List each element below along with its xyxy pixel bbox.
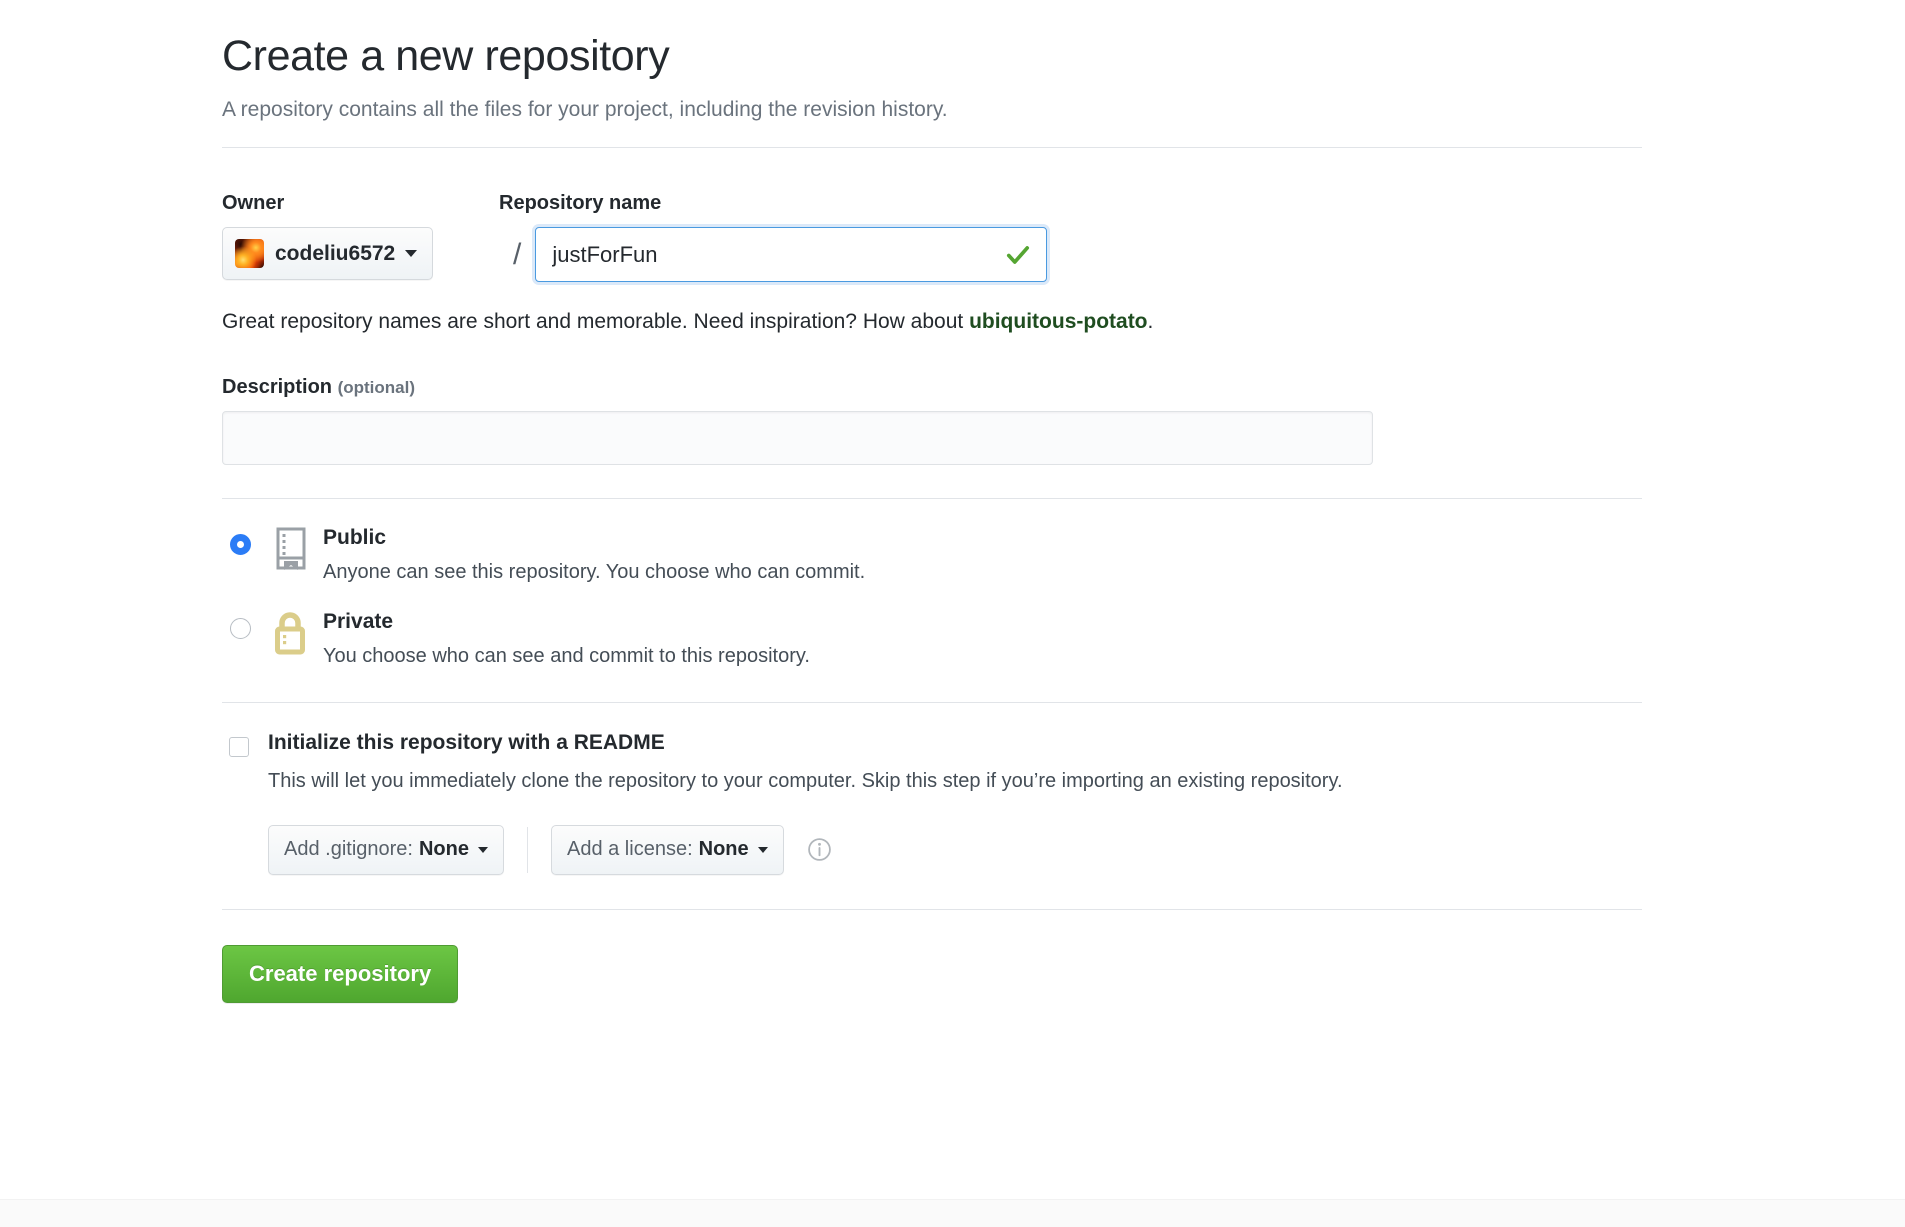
readme-description: This will let you immediately clone the … <box>268 770 1343 793</box>
owner-select-button[interactable]: codeliu6572 <box>222 227 434 281</box>
selects-separator <box>526 826 528 873</box>
owner-line: codeliu6572 <box>222 227 499 281</box>
owner-name-label: codeliu6572 <box>275 241 396 265</box>
description-optional-text: (optional) <box>337 377 416 397</box>
radio-private[interactable] <box>230 618 251 640</box>
create-repository-button[interactable]: Create repository <box>222 944 459 1003</box>
header-divider <box>222 147 1642 149</box>
form-container: Create a new repository A repository con… <box>222 32 1642 1003</box>
description-label-text: Description <box>222 375 333 398</box>
readme-block: Initialize this repository with a README… <box>222 730 1642 875</box>
owner-name-separator: / <box>513 238 522 272</box>
chevron-down-icon <box>477 846 488 853</box>
repo-book-icon <box>271 527 311 576</box>
gitignore-select-button[interactable]: Add .gitignore: None <box>268 824 504 875</box>
create-repository-page: Create a new repository A repository con… <box>0 0 1905 1227</box>
license-label: Add a license: <box>566 838 693 861</box>
lock-icon <box>271 611 311 660</box>
description-block: Description (optional) <box>222 375 1642 465</box>
visibility-public-body: Public Anyone can see this repository. Y… <box>323 525 1642 585</box>
page-subtitle: A repository contains all the files for … <box>222 98 948 122</box>
radio-public[interactable] <box>230 533 251 555</box>
info-circle-icon[interactable] <box>807 837 832 862</box>
owner-label: Owner <box>222 192 285 215</box>
flame-avatar-icon <box>235 239 264 269</box>
repository-name-input-wrap <box>535 227 1048 283</box>
footer-band <box>0 1199 1905 1227</box>
visibility-option-public[interactable]: Public Anyone can see this repository. Y… <box>222 525 1642 585</box>
owner-column: Owner codeliu6572 <box>222 191 499 281</box>
readme-body: Initialize this repository with a README… <box>268 730 1642 875</box>
visibility-private-title: Private <box>323 610 394 634</box>
repository-name-input[interactable] <box>535 227 1048 283</box>
visibility-private-description: You choose who can see and commit to thi… <box>323 645 810 668</box>
repo-name-line: / <box>499 227 1642 283</box>
license-value: None <box>698 838 749 861</box>
template-selects-row: Add .gitignore: None Add a license: None <box>268 824 1642 875</box>
visibility-option-private[interactable]: Private You choose who can see and commi… <box>222 609 1642 669</box>
chevron-down-icon <box>405 250 418 258</box>
description-label: Description (optional) <box>222 375 1642 399</box>
readme-divider-top <box>222 702 1642 704</box>
name-hint-suffix: . <box>1147 310 1154 334</box>
submit-divider <box>222 908 1642 910</box>
description-input[interactable] <box>222 410 1373 465</box>
visibility-private-body: Private You choose who can see and commi… <box>323 609 1642 669</box>
owner-name-row: Owner codeliu6572 Repository name / <box>222 191 1642 283</box>
license-select-button[interactable]: Add a license: None <box>550 824 784 875</box>
page-title: Create a new repository <box>222 32 670 80</box>
visibility-public-title: Public <box>323 525 387 549</box>
gitignore-label: Add .gitignore: <box>284 838 413 861</box>
repository-name-column: Repository name / <box>499 191 1642 283</box>
readme-title: Initialize this repository with a README <box>268 731 665 755</box>
suggested-name-link[interactable]: ubiquitous-potato <box>969 310 1147 333</box>
repository-name-label: Repository name <box>499 192 662 215</box>
visibility-divider-top <box>222 497 1642 499</box>
readme-checkbox[interactable] <box>229 737 249 758</box>
name-hint: Great repository names are short and mem… <box>222 308 1642 336</box>
name-hint-prefix: Great repository names are short and mem… <box>222 310 970 334</box>
gitignore-value: None <box>418 838 469 861</box>
chevron-down-icon <box>757 846 768 853</box>
visibility-public-description: Anyone can see this repository. You choo… <box>323 561 866 584</box>
